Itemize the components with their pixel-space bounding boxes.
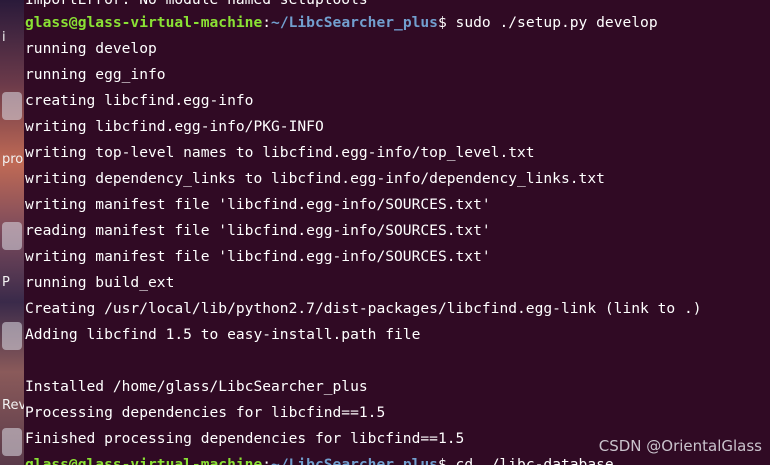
terminal-output-line: creating libcfind.egg-info bbox=[25, 92, 254, 109]
terminal-output-line: Processing dependencies for libcfind==1.… bbox=[25, 404, 386, 421]
terminal-output-line: writing top-level names to libcfind.egg-… bbox=[25, 144, 535, 161]
terminal-output-line: Installed /home/glass/LibcSearcher_plus bbox=[25, 378, 368, 395]
desktop-label: P bbox=[2, 275, 10, 290]
terminal-window[interactable]: ImportError: No module named setuptools … bbox=[24, 0, 770, 465]
terminal-prompt-line: glass@glass-virtual-machine:~/LibcSearch… bbox=[25, 10, 658, 36]
prompt-user-host: glass@glass-virtual-machine bbox=[25, 14, 263, 31]
terminal-output-line: writing dependency_links to libcfind.egg… bbox=[25, 170, 605, 187]
prompt-command: sudo ./setup.py develop bbox=[446, 14, 658, 31]
terminal-output-line: writing libcfind.egg-info/PKG-INFO bbox=[25, 118, 324, 135]
prompt-user-host: glass@glass-virtual-machine bbox=[25, 456, 263, 465]
desktop-background: i pro P Rev bbox=[0, 0, 24, 465]
desktop-icon[interactable] bbox=[2, 92, 22, 120]
desktop-icon[interactable] bbox=[2, 222, 22, 250]
prompt-colon: : bbox=[262, 14, 272, 31]
prompt-path: ~/LibcSearcher_plus bbox=[271, 456, 438, 465]
terminal-output-line: Finished processing dependencies for lib… bbox=[25, 430, 465, 447]
terminal-output-line: running build_ext bbox=[25, 274, 175, 291]
desktop-icon[interactable] bbox=[2, 322, 22, 350]
desktop-label: Rev bbox=[2, 398, 24, 413]
terminal-output-line: writing manifest file 'libcfind.egg-info… bbox=[25, 248, 491, 265]
desktop-icon[interactable] bbox=[2, 428, 22, 456]
prompt-colon: : bbox=[262, 456, 272, 465]
prompt-command: cd ./libc-database bbox=[446, 456, 614, 465]
terminal-output-line: running egg_info bbox=[25, 66, 166, 83]
prompt-symbol: $ bbox=[437, 14, 447, 31]
terminal-output-line: Adding libcfind 1.5 to easy-install.path… bbox=[25, 326, 421, 343]
prompt-path: ~/LibcSearcher_plus bbox=[271, 14, 438, 31]
desktop-label: i bbox=[2, 30, 6, 45]
csdn-watermark: CSDN @OrientalGlass bbox=[598, 437, 762, 455]
prompt-symbol: $ bbox=[437, 456, 447, 465]
terminal-output-line: writing manifest file 'libcfind.egg-info… bbox=[25, 196, 491, 213]
terminal-output-line: Creating /usr/local/lib/python2.7/dist-p… bbox=[25, 300, 702, 317]
desktop-label: pro bbox=[2, 152, 24, 167]
terminal-output-line: reading manifest file 'libcfind.egg-info… bbox=[25, 222, 491, 239]
terminal-prompt-line: glass@glass-virtual-machine:~/LibcSearch… bbox=[25, 452, 614, 465]
terminal-output-line: running develop bbox=[25, 40, 157, 57]
